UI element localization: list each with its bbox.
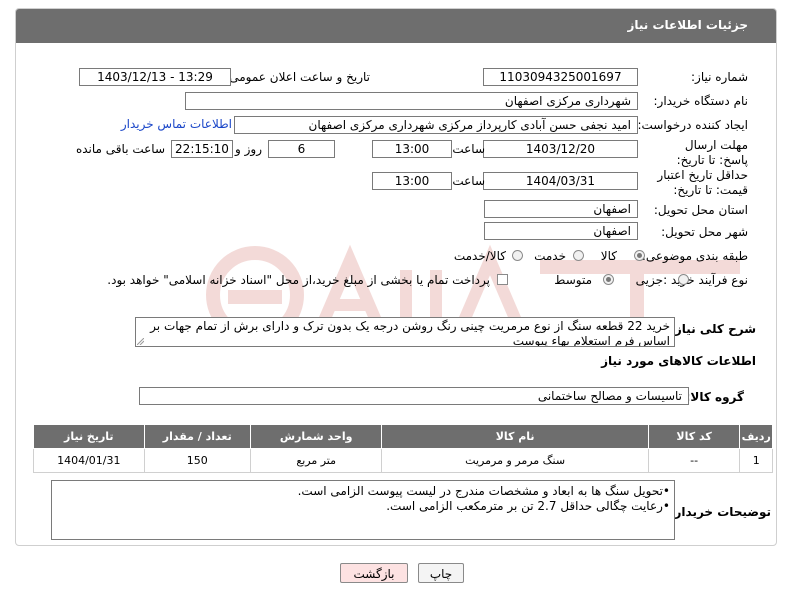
col-quantity: تعداد / مقدار <box>143 424 251 449</box>
remaining-label: ساعت باقی مانده <box>75 142 165 156</box>
buyer-note-line: •تحویل سنگ ها به ابعاد و مشخصات مندرج در… <box>297 484 670 498</box>
header-bar: جزئیات اطلاعات نیاز <box>16 9 776 43</box>
print-button[interactable]: چاپ <box>418 563 464 583</box>
remaining-time-field: 22:15:10 <box>171 140 233 158</box>
buyer-notes-field: •تحویل سنگ ها به ابعاد و مشخصات مندرج در… <box>51 480 675 540</box>
announce-label: تاریخ و ساعت اعلان عمومی: <box>225 70 370 84</box>
city-label: شهر محل تحویل: <box>661 225 748 239</box>
resize-handle-icon[interactable] <box>137 338 144 345</box>
buyer-contact-link[interactable]: اطلاعات تماس خریدار <box>121 117 232 131</box>
announce-field: 1403/12/13 - 13:29 <box>79 68 231 86</box>
buyer-org-field: شهرداری مرکزی اصفهان <box>185 92 638 110</box>
goods-table: ردیف کد کالا نام کالا واحد شمارش تعداد /… <box>33 424 773 473</box>
col-name: نام کالا <box>381 424 649 449</box>
process-medium-label: متوسط <box>554 273 592 287</box>
validity-time-label: ساعت <box>452 174 485 188</box>
cell-need-date: 1404/01/31 <box>33 448 145 473</box>
category-goods-radio[interactable] <box>634 250 645 261</box>
validity-time-field: 13:00 <box>372 172 452 190</box>
goods-group-field: تاسیسات و مصالح ساختمانی <box>139 387 689 405</box>
category-service-label: خدمت <box>534 249 566 263</box>
category-both-radio[interactable] <box>512 250 523 261</box>
buyer-note-line: •رعایت چگالی حداقل 2.7 تن بر مترمکعب الز… <box>386 499 670 513</box>
buyer-notes-label: توضیحات خریدار: <box>669 505 771 519</box>
col-code: کد کالا <box>647 424 741 449</box>
buyer-org-label: نام دستگاه خریدار: <box>653 94 749 108</box>
deadline-label: مهلت ارسال پاسخ: تا تاریخ: <box>676 138 748 167</box>
general-desc-label: شرح کلی نیاز: <box>670 322 756 336</box>
process-medium-radio[interactable] <box>603 274 614 285</box>
process-minor-label: جزیی <box>635 273 663 287</box>
goods-group-label: گروه کالا: <box>685 390 744 404</box>
process-label: نوع فرآیند خرید : <box>663 273 748 287</box>
treasury-payment-checkbox[interactable] <box>497 274 508 285</box>
cell-row: 1 <box>739 448 773 473</box>
treasury-payment-text: پرداخت تمام یا بخشی از مبلغ خرید،از محل … <box>107 273 490 287</box>
process-minor-radio[interactable] <box>678 274 689 285</box>
cell-code: -- <box>647 448 741 473</box>
cell-name: سنگ مرمر و مرمریت <box>381 448 649 473</box>
province-label: استان محل تحویل: <box>653 203 748 217</box>
cell-unit: متر مربع <box>249 448 383 473</box>
validity-date-field: 1404/03/31 <box>483 172 638 190</box>
category-label: طبقه بندی موضوعی: <box>641 249 748 263</box>
category-both-label: کالا/خدمت <box>453 249 506 263</box>
goods-table-header: ردیف کد کالا نام کالا واحد شمارش تعداد /… <box>33 424 773 449</box>
city-field: اصفهان <box>484 222 638 240</box>
need-number-label: شماره نیاز: <box>691 70 748 84</box>
need-number-field: 1103094325001697 <box>483 68 638 86</box>
goods-section-title: اطلاعات کالاهای مورد نیاز <box>601 354 756 368</box>
deadline-time-label: ساعت <box>452 142 485 156</box>
deadline-date-field: 1403/12/20 <box>483 140 638 158</box>
days-field: 6 <box>268 140 335 158</box>
deadline-time-field: 13:00 <box>372 140 452 158</box>
col-row: ردیف <box>739 424 773 449</box>
general-desc-field: خرید 22 قطعه سنگ از نوع مرمریت چینی رنگ … <box>135 317 675 347</box>
back-button[interactable]: بازگشت <box>340 563 408 583</box>
table-row: 1 -- سنگ مرمر و مرمریت متر مربع 150 1404… <box>33 448 773 473</box>
days-label: روز و <box>235 142 262 156</box>
creator-field: امید نجفی حسن آبادی کارپرداز مرکزی شهردا… <box>234 116 638 134</box>
validity-label: حداقل تاریخ اعتبار قیمت: تا تاریخ: <box>657 168 748 197</box>
col-need-date: تاریخ نیاز <box>33 424 145 449</box>
cell-quantity: 150 <box>143 448 251 473</box>
province-field: اصفهان <box>484 200 638 218</box>
creator-label: ایجاد کننده درخواست: <box>637 118 748 132</box>
page-title: جزئیات اطلاعات نیاز <box>627 18 748 32</box>
category-goods-label: کالا <box>600 249 617 263</box>
category-service-radio[interactable] <box>573 250 584 261</box>
col-unit: واحد شمارش <box>249 424 383 449</box>
